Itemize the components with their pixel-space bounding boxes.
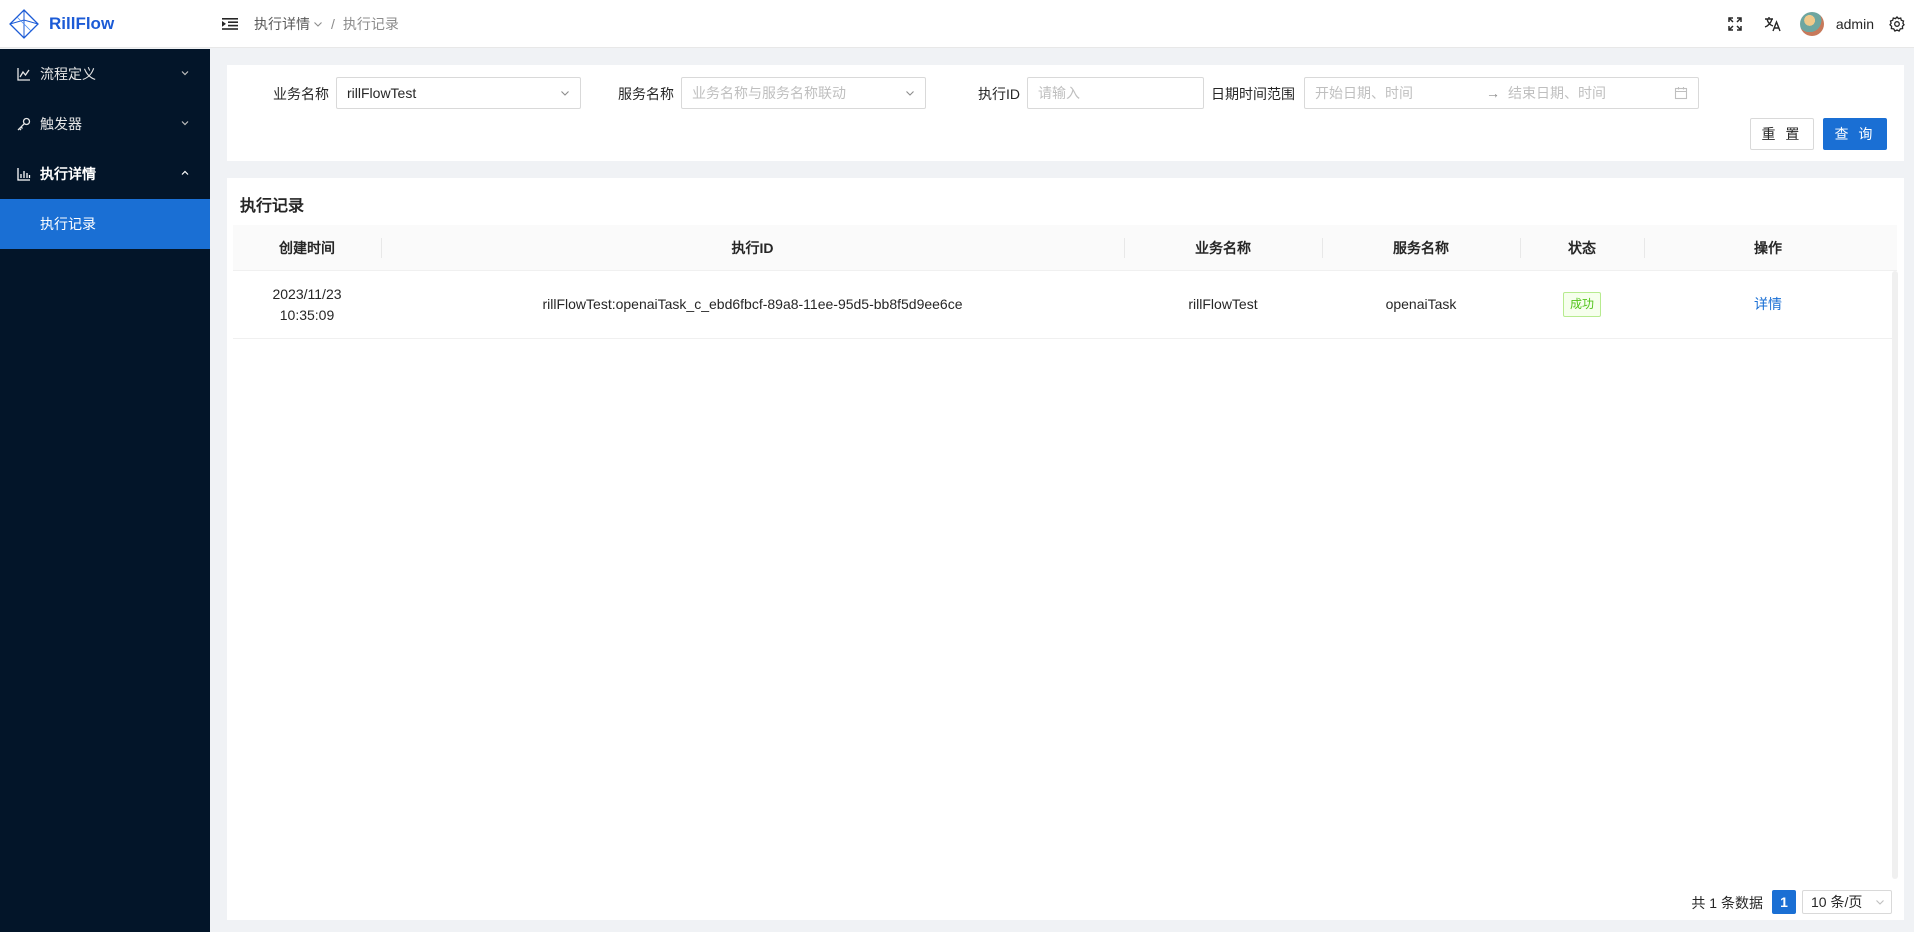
cell-execution-id: rillFlowTest:openaiTask_c_ebd6fbcf-89a8-…: [542, 296, 963, 312]
top-header: RillFlow 执行详情 / 执行记录 admin: [0, 0, 1914, 48]
chevron-down-icon: [314, 21, 322, 27]
cell-created-time: 2023/11/23 10:35:09: [233, 271, 381, 338]
chevron-up-icon: [181, 170, 189, 175]
page-size-value: 10 条/页: [1811, 894, 1863, 910]
start-date-input[interactable]: 开始日期、时间: [1315, 83, 1413, 103]
sidebar-item-process-definition[interactable]: 流程定义: [0, 49, 210, 99]
bar-chart-icon: [16, 166, 32, 182]
execution-id-placeholder: 请输入: [1038, 85, 1080, 101]
page-button-1[interactable]: 1: [1772, 890, 1796, 914]
key-icon: [16, 116, 32, 132]
date-range-picker[interactable]: 开始日期、时间 → 结束日期、时间: [1304, 77, 1699, 109]
pagination: 共 1 条数据 1 10 条/页: [227, 890, 1904, 914]
sidebar-item-label: 执行详情: [40, 166, 96, 182]
cell-business-name: rillFlowTest: [1188, 296, 1258, 312]
table-header: 创建时间 执行ID 业务名称 服务名称 状态 操作: [233, 225, 1897, 271]
chevron-down-icon: [561, 91, 569, 96]
search-panel: 业务名称 rillFlowTest 服务名称 业务名称与服务名称联动 执行ID …: [227, 65, 1904, 161]
sidebar-item-trigger[interactable]: 触发器: [0, 99, 210, 149]
username: admin: [1835, 16, 1874, 32]
created-time: 10:35:09: [279, 306, 335, 323]
rillflow-logo-icon: [9, 8, 39, 39]
details-link[interactable]: 详情: [1754, 294, 1782, 315]
breadcrumb-parent[interactable]: 执行详情: [254, 14, 323, 34]
calendar-icon: [1674, 87, 1688, 100]
execution-id-label: 执行ID: [978, 86, 1020, 102]
business-name-value: rillFlowTest: [347, 85, 417, 101]
column-header-service-name: 服务名称: [1393, 240, 1449, 256]
avatar: [1799, 12, 1824, 36]
sidebar-item-label: 触发器: [40, 116, 82, 132]
column-header-created-time: 创建时间: [279, 240, 335, 256]
pagination-total: 共 1 条数据: [1691, 895, 1763, 911]
chevron-down-icon: [1876, 900, 1884, 905]
reset-button[interactable]: 重 置: [1750, 118, 1814, 150]
table-row: 2023/11/23 10:35:09 rillFlowTest:openaiT…: [233, 271, 1897, 339]
status-badge: 成功: [1562, 292, 1601, 317]
service-name-select[interactable]: 业务名称与服务名称联动: [681, 77, 926, 109]
column-header-actions: 操作: [1754, 240, 1782, 256]
business-name-select[interactable]: rillFlowTest: [336, 77, 581, 109]
query-button[interactable]: 查 询: [1823, 118, 1887, 150]
table-scrollbar[interactable]: [1892, 271, 1898, 879]
cell-service-name: openaiTask: [1385, 296, 1457, 312]
end-date-input[interactable]: 结束日期、时间: [1508, 83, 1606, 103]
breadcrumb: 执行详情 / 执行记录: [254, 14, 399, 34]
chevron-down-icon: [181, 121, 189, 126]
gear-icon[interactable]: [1886, 13, 1908, 35]
service-name-placeholder: 业务名称与服务名称联动: [692, 85, 846, 101]
date-range-label: 日期时间范围: [1211, 86, 1295, 102]
menu-fold-icon[interactable]: [220, 14, 240, 34]
created-date: 2023/11/23: [272, 285, 342, 302]
business-name-label: 业务名称: [273, 86, 329, 102]
fullscreen-icon[interactable]: [1724, 13, 1746, 35]
translate-icon[interactable]: [1762, 13, 1784, 35]
execution-records-panel: 执行记录 创建时间 执行ID 业务名称 服务名称 状态 操作 2023/11/2…: [227, 178, 1904, 920]
cell-status: 成功: [1520, 271, 1644, 338]
sidebar-item-execution-records[interactable]: 执行记录: [0, 199, 210, 249]
column-header-execution-id: 执行ID: [731, 240, 774, 256]
sidebar-item-label: 流程定义: [40, 66, 96, 82]
logo[interactable]: RillFlow: [0, 0, 210, 48]
table-title: 执行记录: [240, 198, 305, 215]
breadcrumb-parent-label: 执行详情: [254, 15, 310, 32]
breadcrumb-current: 执行记录: [342, 15, 399, 32]
breadcrumb-separator: /: [331, 15, 335, 32]
column-header-status: 状态: [1568, 240, 1596, 256]
range-arrow: →: [1486, 85, 1500, 101]
chevron-down-icon: [181, 71, 189, 76]
chevron-down-icon: [906, 91, 914, 96]
chart-line-icon: [16, 66, 32, 82]
page-size-select[interactable]: 10 条/页: [1802, 890, 1892, 914]
sidebar: 流程定义 触发器 执行详情 执行记录: [0, 49, 210, 932]
service-name-label: 服务名称: [618, 86, 674, 102]
cell-actions: 详情: [1644, 271, 1892, 338]
header-actions: admin: [1724, 0, 1914, 48]
execution-id-input[interactable]: 请输入: [1027, 77, 1204, 109]
sidebar-item-execution-details[interactable]: 执行详情: [0, 149, 210, 199]
logo-text: RillFlow: [49, 13, 115, 33]
column-header-business-name: 业务名称: [1195, 240, 1251, 256]
user-menu[interactable]: admin: [1799, 12, 1874, 36]
